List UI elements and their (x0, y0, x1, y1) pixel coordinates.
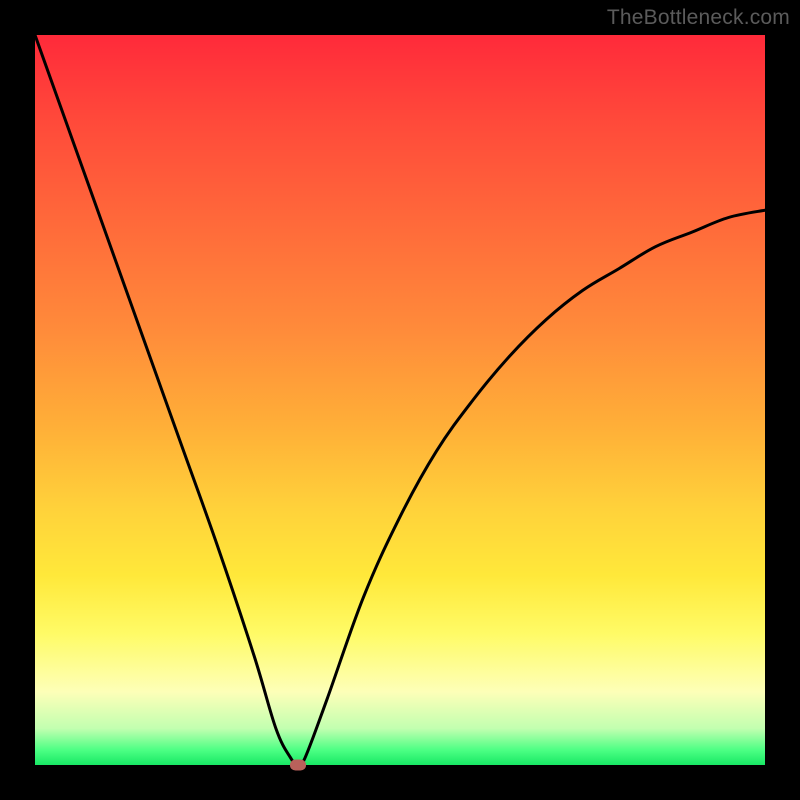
plot-area (35, 35, 765, 765)
watermark-text: TheBottleneck.com (607, 6, 790, 30)
bottleneck-curve (35, 35, 765, 765)
optimum-marker (290, 760, 306, 771)
curve-svg (35, 35, 765, 765)
chart-frame: TheBottleneck.com (0, 0, 800, 800)
